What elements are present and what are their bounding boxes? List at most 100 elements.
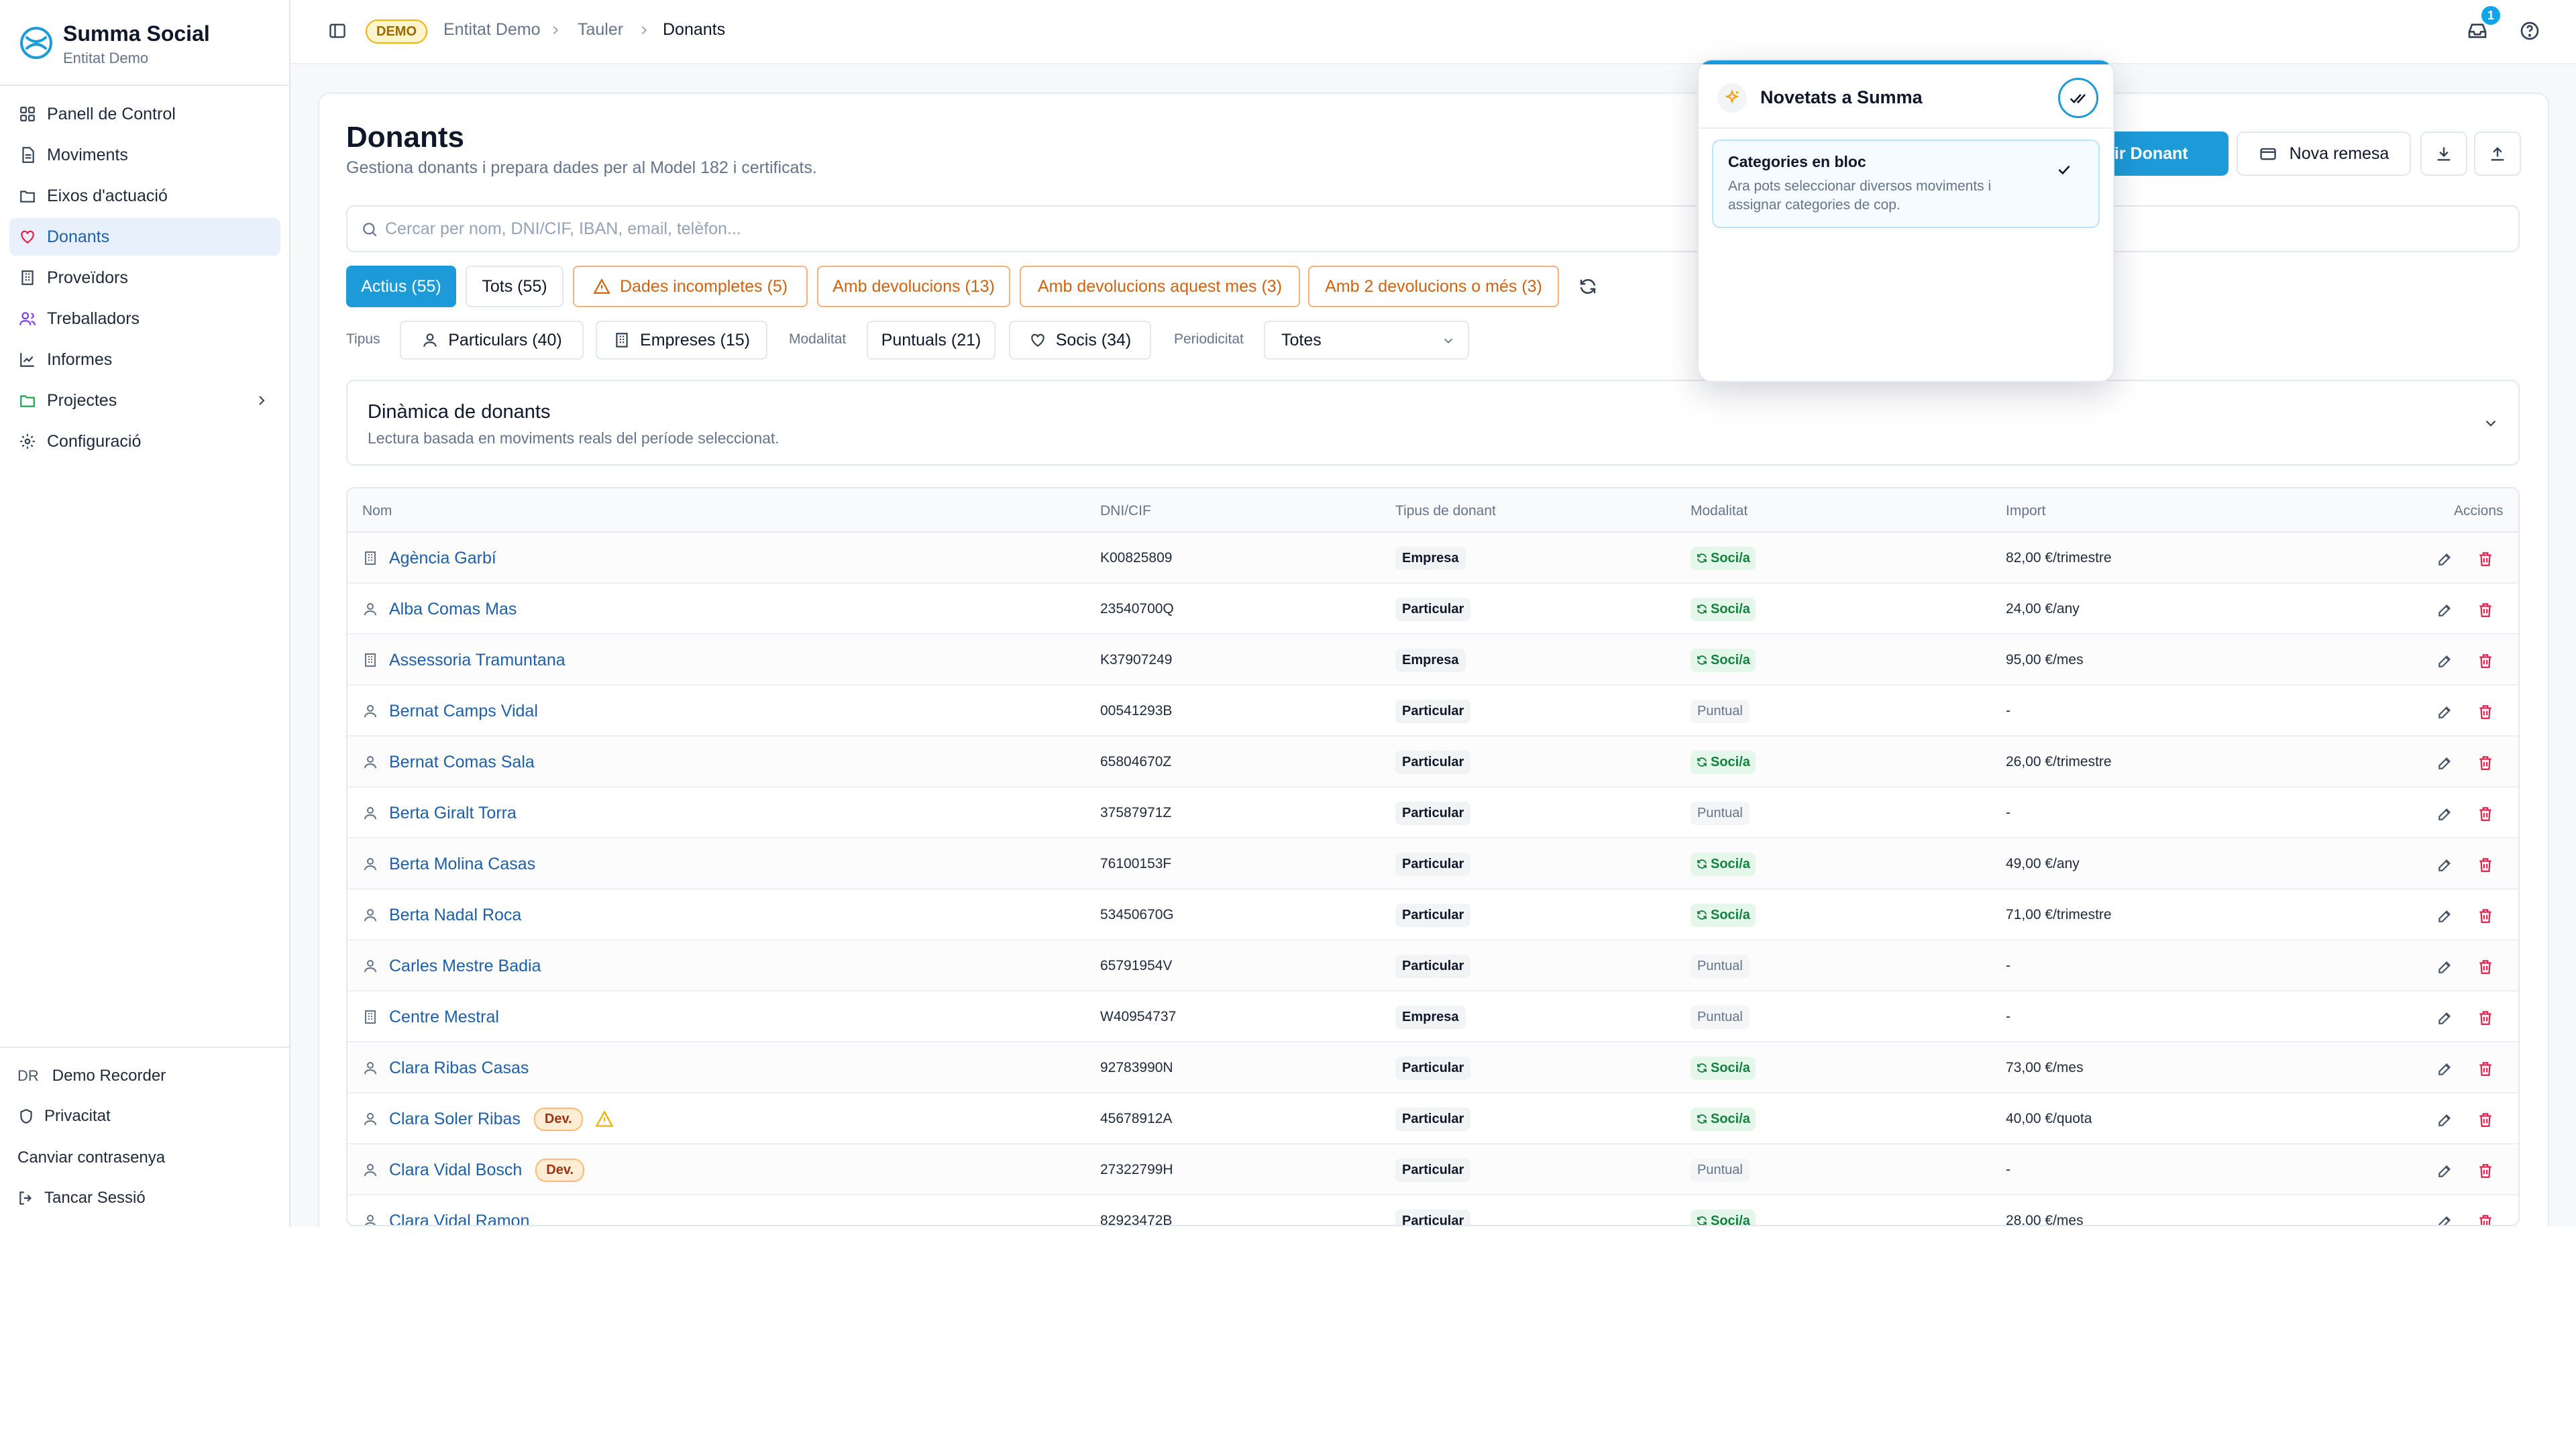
- edit-icon[interactable]: [2436, 1060, 2454, 1077]
- table-row[interactable]: Alba Comas Mas 23540700Q Particular Soci/a 2…: [347, 584, 2518, 635]
- period-select[interactable]: Totes: [1264, 321, 1469, 360]
- download-button[interactable]: [2420, 131, 2467, 176]
- donor-name-link[interactable]: Berta Molina Casas: [389, 855, 535, 874]
- privacy-link[interactable]: Privacitat: [17, 1100, 111, 1132]
- type-chip-empreses[interactable]: Empreses (15): [596, 321, 767, 360]
- mark-all-read-button[interactable]: [2058, 78, 2098, 118]
- mode-chip-socis[interactable]: Socis (34): [1009, 321, 1151, 360]
- edit-icon[interactable]: [2436, 550, 2454, 568]
- trash-icon[interactable]: [2477, 805, 2494, 822]
- donor-name-link[interactable]: Assessoria Tramuntana: [389, 651, 566, 670]
- trash-icon[interactable]: [2477, 601, 2494, 619]
- filter-chip-actius[interactable]: Actius (55): [346, 266, 456, 307]
- table-row[interactable]: Agència Garbí K00825809 Empresa Soci/a 82,00…: [347, 533, 2518, 584]
- table-row[interactable]: Berta Molina Casas 76100153F Particular Soc…: [347, 839, 2518, 890]
- column-header[interactable]: Nom: [362, 503, 392, 519]
- logout-button[interactable]: Tancar Sessió: [17, 1182, 146, 1214]
- donor-name-link[interactable]: Clara Vidal Ramon: [389, 1212, 529, 1226]
- column-header[interactable]: Import: [2006, 503, 2046, 519]
- edit-icon[interactable]: [2436, 652, 2454, 669]
- donor-name-link[interactable]: Clara Vidal Bosch: [389, 1161, 522, 1180]
- edit-icon[interactable]: [2436, 1009, 2454, 1026]
- sidebar-item-eixos[interactable]: Eixos d'actuació: [9, 177, 280, 215]
- trash-icon[interactable]: [2477, 550, 2494, 568]
- table-row[interactable]: Clara Vidal Ramon 82923472B Particular Soci…: [347, 1195, 2518, 1226]
- donor-name-link[interactable]: Centre Mestral: [389, 1008, 499, 1027]
- trash-icon[interactable]: [2477, 1060, 2494, 1077]
- table-row[interactable]: Bernat Comas Sala 65804670Z Particular Soci…: [347, 737, 2518, 788]
- check-icon[interactable]: [2055, 161, 2073, 178]
- edit-icon[interactable]: [2436, 958, 2454, 975]
- table-row[interactable]: Clara Soler Ribas Dev. 45678912A Particular…: [347, 1093, 2518, 1144]
- edit-icon[interactable]: [2436, 1111, 2454, 1128]
- donor-name-link[interactable]: Berta Nadal Roca: [389, 906, 521, 925]
- donor-name-link[interactable]: Carles Mestre Badia: [389, 957, 541, 976]
- change-password-link[interactable]: Canviar contrasenya: [17, 1142, 165, 1174]
- donor-name-link[interactable]: Bernat Camps Vidal: [389, 702, 538, 721]
- help-icon[interactable]: [2519, 20, 2540, 42]
- edit-icon[interactable]: [2436, 856, 2454, 873]
- donor-name-link[interactable]: Bernat Comas Sala: [389, 753, 535, 772]
- breadcrumb-entity[interactable]: Entitat Demo: [443, 20, 541, 40]
- donor-name-link[interactable]: Clara Soler Ribas: [389, 1110, 521, 1129]
- table-row[interactable]: Berta Giralt Torra 37587971Z Particular Pun…: [347, 788, 2518, 839]
- mode-chip-puntuals[interactable]: Puntuals (21): [867, 321, 996, 360]
- filter-chip-incomplete[interactable]: Dades incompletes (5): [573, 266, 808, 307]
- edit-icon[interactable]: [2436, 754, 2454, 771]
- edit-icon[interactable]: [2436, 1213, 2454, 1226]
- filter-chip-tots[interactable]: Tots (55): [466, 266, 564, 307]
- table-row[interactable]: Clara Vidal Bosch Dev. 27322799H Particular…: [347, 1144, 2518, 1195]
- trash-icon[interactable]: [2477, 754, 2494, 771]
- edit-icon[interactable]: [2436, 805, 2454, 822]
- trash-icon[interactable]: [2477, 907, 2494, 924]
- trash-icon[interactable]: [2477, 703, 2494, 720]
- filter-chip-returns-2plus[interactable]: Amb 2 devolucions o més (3): [1308, 266, 1559, 307]
- donor-name-link[interactable]: Alba Comas Mas: [389, 600, 517, 619]
- sidebar-item-moviments[interactable]: Moviments: [9, 136, 280, 174]
- table-row[interactable]: Centre Mestral W40954737 Empresa Puntual -: [347, 991, 2518, 1042]
- table-row[interactable]: Carles Mestre Badia 65791954V Particular Pu…: [347, 941, 2518, 991]
- type-chip-particulars[interactable]: Particulars (40): [400, 321, 584, 360]
- brand[interactable]: Summa Social Entitat Demo: [0, 0, 289, 86]
- sidebar-item-configuracio[interactable]: Configuració: [9, 423, 280, 460]
- donor-name-link[interactable]: Berta Giralt Torra: [389, 804, 517, 823]
- table-row[interactable]: Bernat Camps Vidal 00541293B Particular Pun…: [347, 686, 2518, 737]
- edit-icon[interactable]: [2436, 703, 2454, 720]
- sidebar-item-donants[interactable]: Donants: [9, 218, 280, 256]
- search-input[interactable]: Cercar per nom, DNI/CIF, IBAN, email, te…: [346, 205, 2520, 252]
- trash-icon[interactable]: [2477, 1009, 2494, 1026]
- user-profile[interactable]: DR Demo Recorder: [17, 1060, 166, 1092]
- table-row[interactable]: Assessoria Tramuntana K37907249 Empresa Soc…: [347, 635, 2518, 686]
- table-row[interactable]: Berta Nadal Roca 53450670G Particular Soci/…: [347, 890, 2518, 941]
- refresh-icon[interactable]: [1578, 276, 1598, 297]
- donor-name-link[interactable]: Clara Ribas Casas: [389, 1059, 529, 1078]
- edit-icon[interactable]: [2436, 907, 2454, 924]
- trash-icon[interactable]: [2477, 652, 2494, 669]
- edit-icon[interactable]: [2436, 1162, 2454, 1179]
- sidebar-item-informes[interactable]: Informes: [9, 341, 280, 378]
- trash-icon[interactable]: [2477, 958, 2494, 975]
- sidebar-item-proveidors[interactable]: Proveïdors: [9, 259, 280, 297]
- sidebar-item-dashboard[interactable]: Panell de Control: [9, 95, 280, 133]
- upload-button[interactable]: [2474, 131, 2521, 176]
- table-row[interactable]: Clara Ribas Casas 92783990N Particular Soci…: [347, 1042, 2518, 1093]
- sidebar-toggle-icon[interactable]: [328, 21, 347, 40]
- sidebar-item-treballadors[interactable]: Treballadors: [9, 300, 280, 337]
- mode-badge: Soci/a: [1690, 648, 1756, 672]
- edit-icon[interactable]: [2436, 601, 2454, 619]
- filter-chip-returns-month[interactable]: Amb devolucions aquest mes (3): [1020, 266, 1300, 307]
- trash-icon[interactable]: [2477, 1162, 2494, 1179]
- sidebar-item-projectes[interactable]: Projectes: [9, 382, 280, 419]
- trash-icon[interactable]: [2477, 856, 2494, 873]
- new-batch-button[interactable]: Nova remesa: [2237, 131, 2411, 176]
- filter-chip-returns[interactable]: Amb devolucions (13): [817, 266, 1010, 307]
- donor-dynamics-panel[interactable]: Dinàmica de donants Lectura basada en mo…: [346, 380, 2520, 466]
- column-header[interactable]: Tipus de donant: [1395, 503, 1496, 519]
- trash-icon[interactable]: [2477, 1213, 2494, 1226]
- column-header[interactable]: Modalitat: [1690, 503, 1748, 519]
- trash-icon[interactable]: [2477, 1111, 2494, 1128]
- donor-name-link[interactable]: Agència Garbí: [389, 549, 496, 568]
- breadcrumb-tauler[interactable]: Tauler: [578, 20, 623, 40]
- column-header[interactable]: DNI/CIF: [1100, 503, 1151, 519]
- news-item[interactable]: Categories en bloc Ara pots seleccionar …: [1712, 140, 2100, 228]
